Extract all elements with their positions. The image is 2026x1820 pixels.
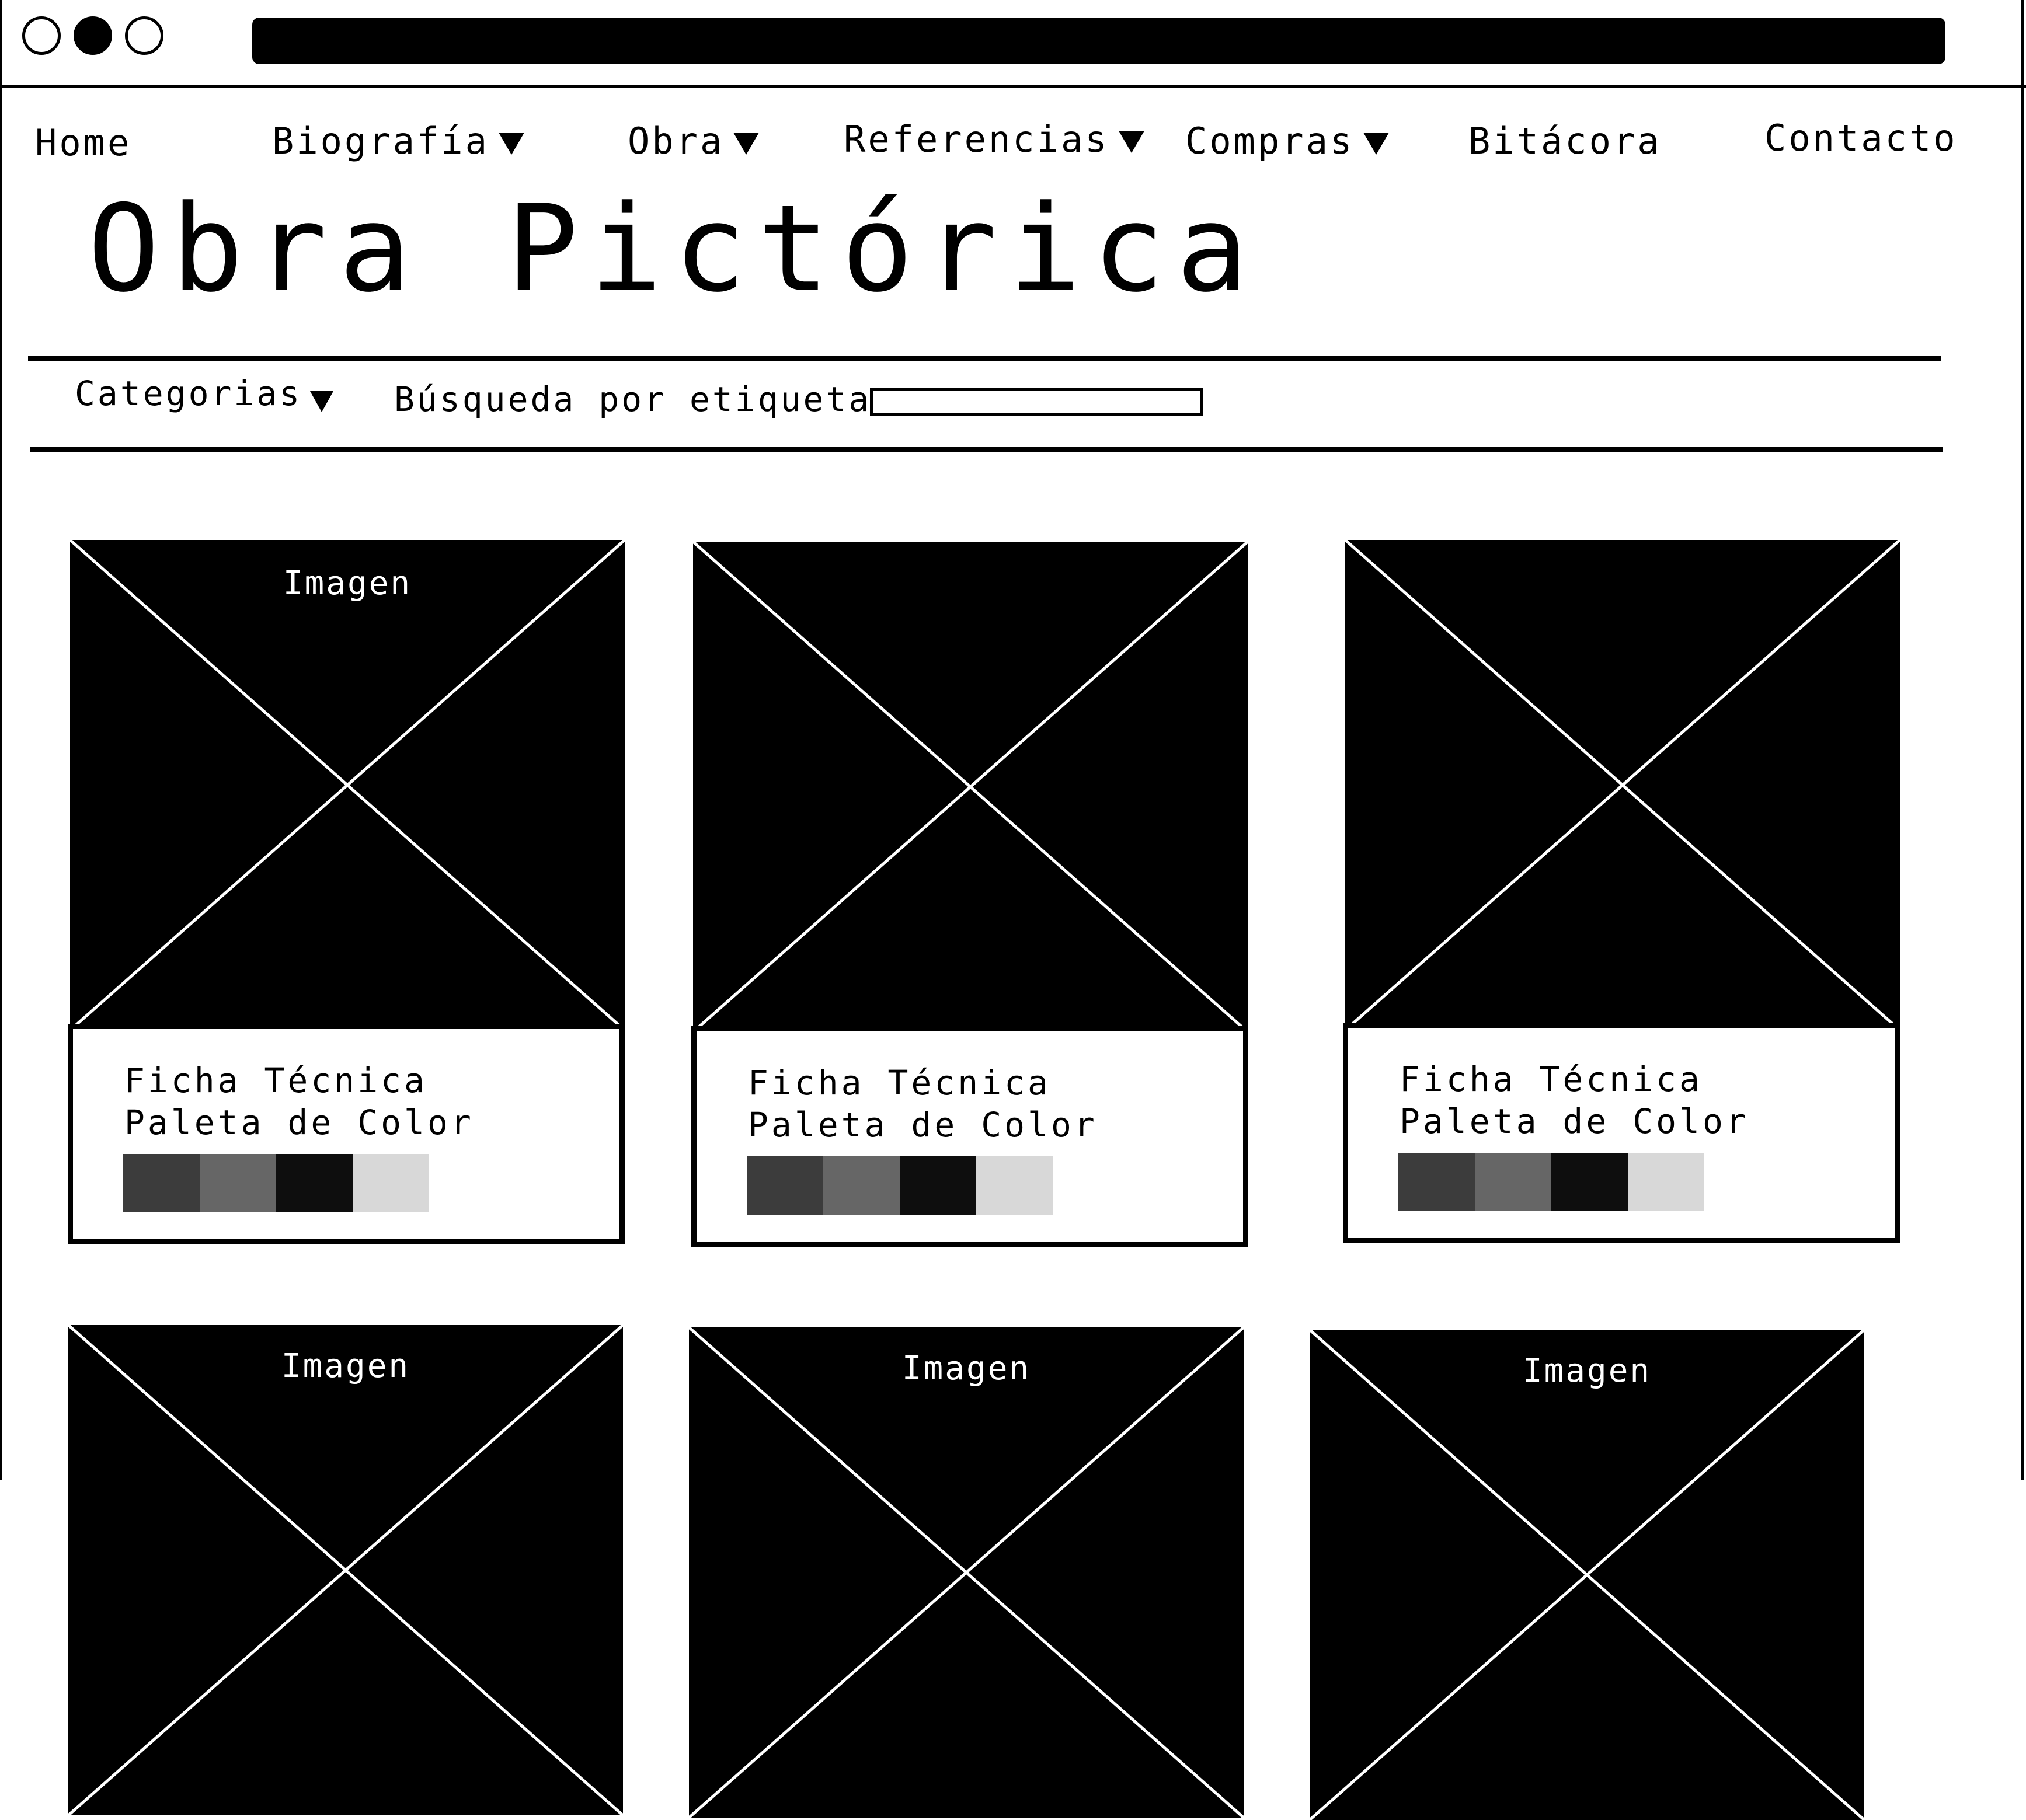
nav-compras[interactable]: Compras	[1185, 120, 1390, 162]
color-palette	[747, 1156, 1053, 1215]
artwork-info-card: Ficha Técnica Paleta de Color	[68, 1024, 625, 1244]
palette-swatch	[200, 1154, 276, 1212]
palette-swatch	[1628, 1153, 1704, 1211]
nav-obra[interactable]: Obra	[628, 120, 760, 162]
palette-swatch	[1398, 1153, 1475, 1211]
nav-biografia[interactable]: Biografía	[272, 120, 524, 162]
image-label: Imagen	[1522, 1352, 1652, 1390]
artwork-image-placeholder[interactable]	[693, 542, 1248, 1032]
palette-swatch	[353, 1154, 429, 1212]
page-title: Obra Pictórica	[88, 180, 1260, 319]
divider-bottom	[30, 447, 1943, 452]
window-minimize-icon[interactable]	[74, 16, 112, 55]
dropdown-arrow-icon	[1118, 131, 1144, 153]
image-label: Imagen	[283, 564, 412, 602]
artwork-image-placeholder[interactable]: Imagen	[70, 540, 625, 1030]
placeholder-cross-icon	[68, 1325, 623, 1815]
nav-contacto-label: Contacto	[1764, 117, 1958, 159]
color-palette-label: Paleta de Color	[748, 1105, 1098, 1145]
palette-swatch	[1475, 1153, 1551, 1211]
image-label: Imagen	[281, 1347, 410, 1385]
address-bar[interactable]	[252, 18, 1945, 64]
nav-contacto[interactable]: Contacto	[1764, 117, 1958, 159]
nav-bitacora[interactable]: Bitácora	[1468, 120, 1662, 162]
dropdown-arrow-icon	[498, 133, 524, 155]
placeholder-cross-icon	[1345, 540, 1900, 1030]
palette-swatch	[823, 1156, 900, 1215]
nav-home[interactable]: Home	[35, 121, 131, 164]
dropdown-arrow-icon	[733, 133, 760, 155]
tag-search-input[interactable]	[870, 388, 1203, 416]
technical-sheet-link[interactable]: Ficha Técnica	[748, 1063, 1051, 1103]
palette-swatch	[1551, 1153, 1628, 1211]
artwork-info-card: Ficha Técnica Paleta de Color	[691, 1026, 1248, 1247]
browser-title-bar	[0, 0, 2026, 88]
placeholder-cross-icon	[689, 1327, 1244, 1818]
placeholder-cross-icon	[693, 542, 1248, 1032]
palette-swatch	[747, 1156, 823, 1215]
nav-compras-label: Compras	[1185, 120, 1355, 162]
palette-swatch	[276, 1154, 353, 1212]
artwork-image-placeholder[interactable]: Imagen	[1310, 1330, 1864, 1820]
technical-sheet-link[interactable]: Ficha Técnica	[124, 1061, 427, 1100]
categories-dropdown[interactable]: Categorias	[75, 374, 334, 413]
nav-bitacora-label: Bitácora	[1468, 120, 1662, 162]
color-palette	[123, 1154, 429, 1212]
technical-sheet-link[interactable]: Ficha Técnica	[1400, 1059, 1703, 1099]
image-label: Imagen	[901, 1350, 1031, 1387]
nav-biografia-label: Biografía	[272, 120, 489, 162]
tag-search-label: Búsqueda por etiquetas	[394, 379, 894, 419]
palette-swatch	[900, 1156, 976, 1215]
dropdown-arrow-icon	[1363, 133, 1390, 155]
window-close-icon[interactable]	[22, 16, 61, 55]
nav-referencias-label: Referencias	[844, 118, 1109, 161]
color-palette-label: Paleta de Color	[124, 1103, 474, 1142]
placeholder-cross-icon	[1310, 1330, 1864, 1820]
palette-swatch	[976, 1156, 1053, 1215]
artwork-image-placeholder[interactable]	[1345, 540, 1900, 1030]
color-palette	[1398, 1153, 1704, 1211]
placeholder-cross-icon	[70, 540, 625, 1030]
palette-swatch	[123, 1154, 200, 1212]
nav-home-label: Home	[35, 121, 132, 164]
divider-top	[28, 356, 1941, 361]
nav-obra-label: Obra	[628, 120, 725, 162]
dropdown-arrow-icon	[310, 391, 334, 412]
nav-referencias[interactable]: Referencias	[844, 118, 1144, 161]
artwork-image-placeholder[interactable]: Imagen	[689, 1327, 1244, 1818]
artwork-image-placeholder[interactable]: Imagen	[68, 1325, 623, 1815]
color-palette-label: Paleta de Color	[1400, 1101, 1749, 1141]
artwork-info-card: Ficha Técnica Paleta de Color	[1343, 1023, 1900, 1243]
categories-label: Categorias	[75, 374, 302, 413]
window-maximize-icon[interactable]	[125, 16, 163, 55]
